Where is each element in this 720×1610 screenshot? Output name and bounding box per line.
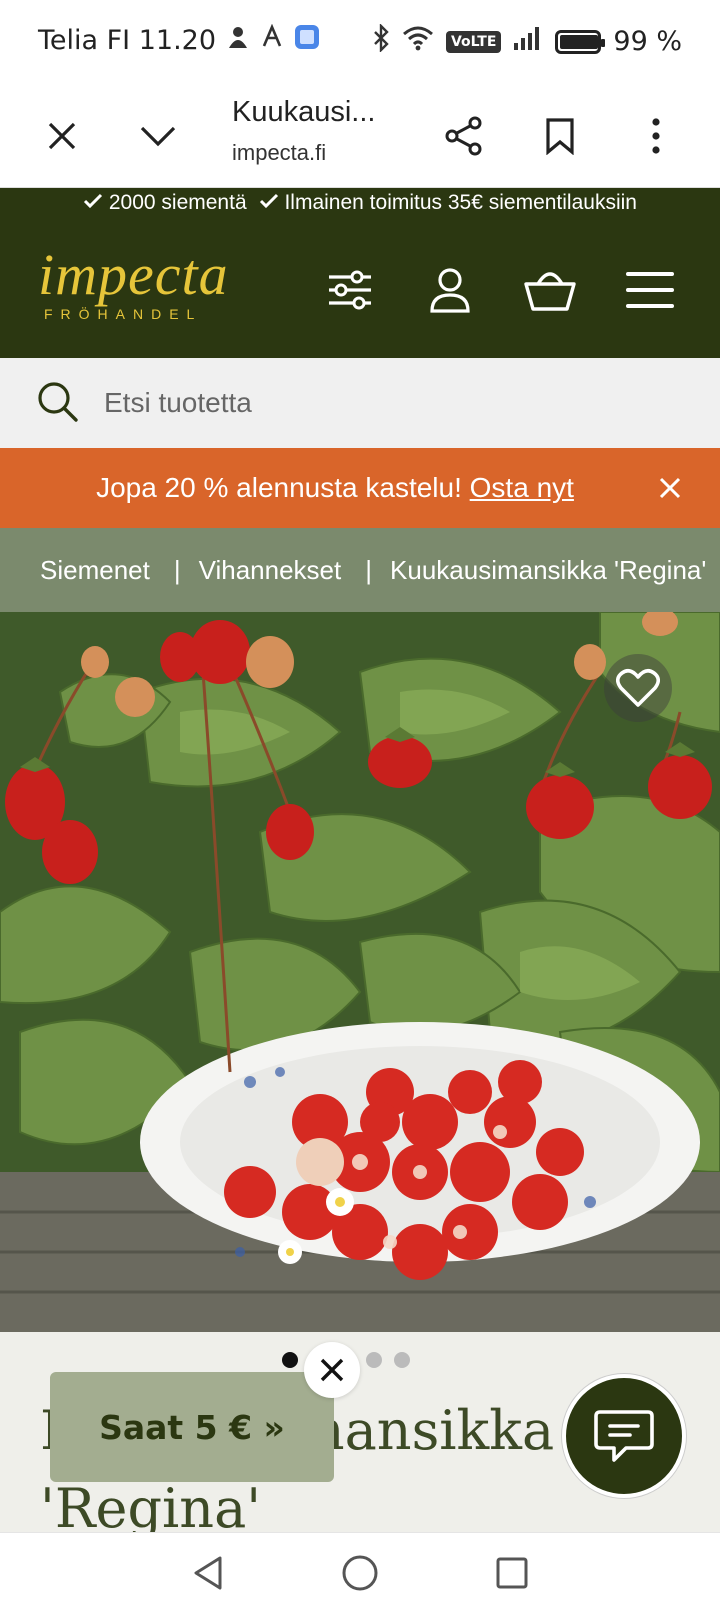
app-notification-icon [294, 24, 320, 57]
carousel-dot[interactable] [366, 1352, 382, 1368]
filter-button[interactable] [322, 262, 378, 318]
share-button[interactable] [434, 106, 494, 166]
check-icon [259, 193, 278, 209]
favorite-button[interactable] [604, 654, 672, 722]
check-icon [83, 193, 103, 209]
notification-icon [226, 24, 250, 57]
carrier-time: Telia FI 11.20 [38, 25, 217, 56]
carousel-dot[interactable] [282, 1352, 298, 1368]
close-icon [48, 122, 76, 150]
basket-icon [524, 272, 576, 311]
site-header: impecta FRÖHANDEL [0, 218, 720, 358]
discount-banner: Jopa 20 % alennusta kastelu! Osta nyt [0, 448, 720, 528]
cart-button[interactable] [522, 262, 578, 318]
usp-item: Ilmainen toimitus 35€ siementilauksiin [259, 191, 637, 215]
more-vertical-icon [652, 118, 660, 154]
minimize-button[interactable] [128, 106, 188, 166]
bluetooth-icon [372, 23, 390, 59]
shop-now-link[interactable]: Osta nyt [470, 472, 574, 503]
close-voucher-button[interactable] [304, 1342, 360, 1398]
browser-toolbar: Kuukausi... impecta.fi [0, 84, 720, 188]
share-icon [445, 116, 482, 156]
more-options-button[interactable] [626, 106, 686, 166]
strawberry-photo [0, 612, 720, 1332]
logo-wordmark: impecta [38, 242, 229, 307]
status-right: VoLTE 99 % [372, 23, 682, 59]
breadcrumb-separator: | [173, 554, 181, 585]
breadcrumb-item-seeds[interactable]: Siemenet [40, 555, 150, 586]
hamburger-icon [626, 272, 674, 308]
battery-level [560, 34, 598, 49]
breadcrumb-item-vegetables[interactable]: Vihannekset [199, 555, 342, 586]
logo-tagline: FRÖHANDEL [44, 306, 203, 322]
translate-icon [260, 23, 284, 57]
carousel-dot[interactable] [394, 1352, 410, 1368]
home-button[interactable] [338, 1551, 382, 1595]
heart-icon [616, 668, 660, 707]
voucher-button[interactable]: Saat 5 € » [50, 1372, 334, 1482]
usp-strip: 2000 siementä Ilmainen toimitus 35€ siem… [0, 188, 720, 218]
breadcrumb-separator: | [365, 554, 373, 585]
usp-text: 2000 siementä [108, 191, 247, 214]
close-tab-button[interactable] [32, 106, 92, 166]
chevron-down-icon [140, 126, 176, 147]
search-input[interactable] [104, 378, 664, 428]
discount-text: Jopa 20 % alennusta kastelu! [96, 472, 462, 503]
search-icon [36, 380, 80, 429]
chat-button[interactable] [562, 1374, 686, 1498]
back-triangle-icon [194, 1556, 222, 1590]
user-icon [430, 268, 470, 313]
breadcrumb: Siemenet | Vihannekset | Kuukausimansikk… [0, 528, 720, 612]
recents-button[interactable] [490, 1551, 534, 1595]
bookmark-icon [546, 118, 574, 155]
bookmark-button[interactable] [530, 106, 590, 166]
menu-button[interactable] [622, 262, 678, 318]
page-title[interactable]: Kuukausi... [232, 96, 375, 129]
chat-icon [594, 1410, 654, 1462]
recents-square-icon [496, 1557, 528, 1589]
account-button[interactable] [422, 262, 478, 318]
breadcrumb-item-product[interactable]: Kuukausimansikka 'Regina' [390, 555, 706, 586]
home-circle-icon [342, 1555, 378, 1591]
status-bar: Telia FI 11.20 VoLTE 99 % [0, 0, 720, 84]
product-image[interactable] [0, 612, 720, 1332]
site-logo[interactable]: impecta FRÖHANDEL [38, 242, 229, 323]
sliders-icon [329, 270, 371, 310]
usp-item: 2000 siementä [83, 191, 247, 215]
battery-icon [555, 29, 606, 54]
search-bar [0, 358, 720, 448]
back-button[interactable] [186, 1551, 230, 1595]
close-icon [659, 477, 681, 499]
page-url[interactable]: impecta.fi [232, 140, 326, 166]
discount-message: Jopa 20 % alennusta kastelu! Osta nyt [0, 472, 670, 504]
close-banner-button[interactable] [650, 468, 690, 508]
signal-icon [513, 25, 543, 58]
wifi-icon [402, 25, 434, 58]
close-icon [320, 1358, 344, 1382]
system-navigation-bar [0, 1532, 720, 1610]
volte-badge: VoLTE [445, 30, 502, 53]
battery-percent: 99 % [613, 26, 682, 57]
usp-text: Ilmainen toimitus 35€ siementilauksiin [284, 191, 637, 214]
status-left: Telia FI 11.20 [38, 23, 320, 57]
